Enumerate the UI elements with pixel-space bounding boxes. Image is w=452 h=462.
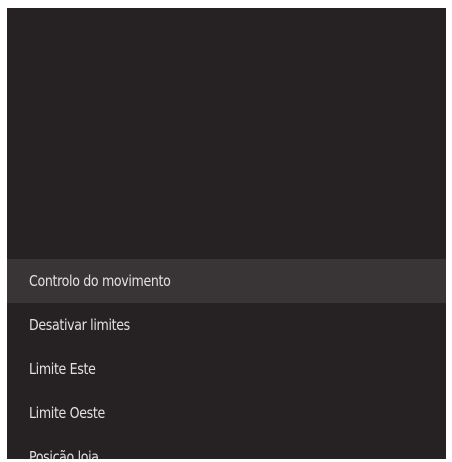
menu-item-desativar-limites[interactable]: Desativar limites xyxy=(7,303,446,347)
menu-item-label: Controlo do movimento xyxy=(29,272,171,290)
menu-item-controlo-do-movimento[interactable]: Controlo do movimento xyxy=(7,259,446,303)
menu-item-label: Limite Oeste xyxy=(29,404,105,422)
menu-item-limite-este[interactable]: Limite Este xyxy=(7,347,446,391)
settings-panel: Controlo do movimento Desativar limites … xyxy=(7,8,446,459)
menu-item-posicao-loja[interactable]: Posição loja xyxy=(7,435,446,459)
menu-item-label: Posição loja xyxy=(29,448,99,459)
menu-item-limite-oeste[interactable]: Limite Oeste xyxy=(7,391,446,435)
menu-item-label: Desativar limites xyxy=(29,316,130,334)
motor-settings-menu: Controlo do movimento Desativar limites … xyxy=(7,259,446,459)
menu-item-label: Limite Este xyxy=(29,360,96,378)
